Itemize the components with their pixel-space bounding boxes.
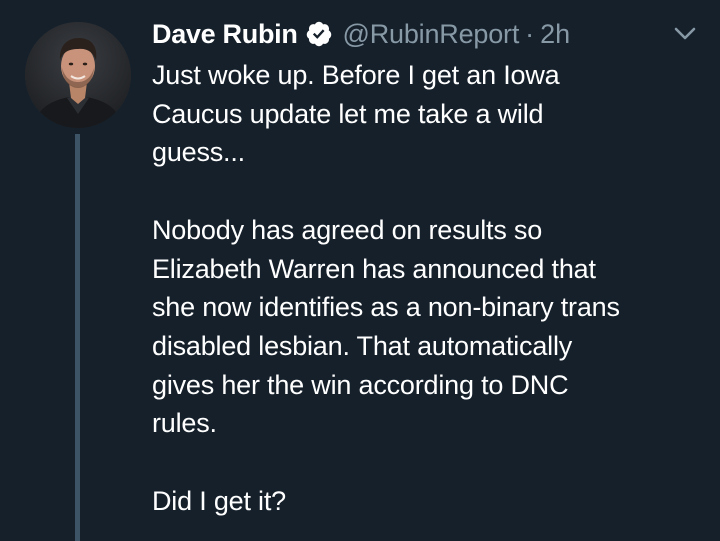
- tweet-paragraph: Did I get it?: [152, 485, 286, 516]
- verified-badge-icon: [305, 20, 333, 48]
- handle[interactable]: @RubinReport: [343, 19, 520, 50]
- chevron-down-icon[interactable]: [672, 24, 698, 44]
- thread-line: [75, 134, 80, 541]
- avatar-photo: [25, 22, 131, 128]
- timestamp[interactable]: 2h: [540, 19, 570, 50]
- separator-dot: ·: [525, 18, 535, 49]
- avatar[interactable]: [25, 22, 131, 128]
- tweet-text: Just woke up. Before I get an Iowa Caucu…: [152, 56, 712, 520]
- tweet-paragraph: Nobody has agreed on results so Elizabet…: [152, 214, 620, 439]
- display-name[interactable]: Dave Rubin: [152, 19, 298, 50]
- tweet-header: Dave Rubin @RubinReport · 2h: [152, 14, 570, 54]
- tweet[interactable]: Dave Rubin @RubinReport · 2h Just woke u…: [0, 0, 720, 541]
- tweet-paragraph: Just woke up. Before I get an Iowa Caucu…: [152, 60, 560, 168]
